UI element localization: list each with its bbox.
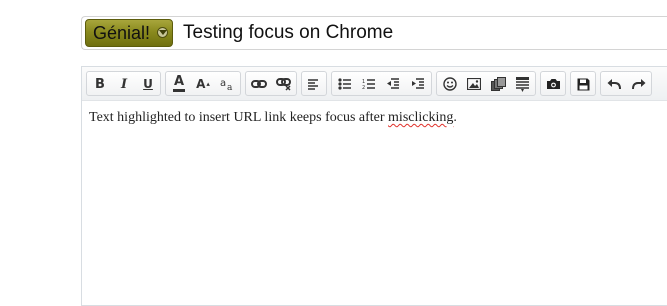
font-family-button[interactable]: a a [216,74,238,94]
remove-link-button[interactable] [273,74,295,94]
outdent-button[interactable] [382,74,404,94]
font-size-icon: A [196,77,206,91]
rich-text-editor[interactable]: B I U A A ▴ a a 1 2 Text highlighted to … [81,66,667,306]
media-icon [490,77,506,91]
camera-icon [546,79,560,89]
prefix-label: Génial! [93,23,151,43]
link-icon [251,80,267,88]
toolbar-group-align [301,71,327,96]
content-text-end: . [453,110,457,125]
save-draft-button[interactable] [572,74,594,94]
toolbar-group-lists: 1 2 [331,71,432,96]
content-text: Text highlighted to insert URL link keep… [89,110,389,125]
undo-icon [607,79,621,90]
align-button[interactable] [303,74,325,94]
svg-text:a: a [227,83,233,91]
smilies-button[interactable] [439,74,461,94]
insert-image-button[interactable] [463,74,485,94]
redo-button[interactable] [628,74,650,94]
toolbar-group-text-style: B I U [86,71,161,96]
underline-button[interactable]: U [137,74,159,94]
misspelled-word: misclicking [388,110,454,125]
quote-icon [515,76,529,92]
toolbar-group-history [600,71,652,96]
font-size-caret: ▴ [206,81,210,88]
bullet-list-button[interactable] [334,74,356,94]
editor-content[interactable]: Text highlighted to insert URL link keep… [89,110,457,126]
font-size-button[interactable]: A ▴ [192,74,214,94]
prefix-selector[interactable]: Génial! [85,19,174,47]
svg-text:a: a [220,78,226,89]
font-family-icon: a a [220,78,233,91]
toolbar-group-link [245,71,297,96]
toolbar-group-font: A A ▴ a a [165,71,241,96]
outdent-icon [387,78,399,89]
font-color-icon: A [173,74,185,89]
bullet-list-icon [338,78,351,90]
align-left-icon [308,78,318,90]
thread-title-text: Testing focus on Chrome [183,22,394,43]
screenshot-button[interactable] [542,74,564,94]
indent-icon [412,78,424,89]
indent-button[interactable] [407,74,429,94]
toolbar-group-draft [570,71,596,96]
unlink-icon [276,78,291,91]
insert-media-button[interactable] [487,74,509,94]
thread-title-field[interactable]: Génial! Testing focus on Chrome [81,16,667,50]
image-icon [467,78,481,90]
toolbar-group-insert [436,71,536,96]
toolbar-group-screenshot [540,71,566,96]
font-color-button[interactable]: A [168,74,190,94]
insert-link-button[interactable] [248,74,270,94]
editor-toolbar: B I U A A ▴ a a 1 2 [82,67,667,101]
insert-quote-button[interactable] [511,74,533,94]
numbered-list-button[interactable]: 1 2 [358,74,380,94]
redo-icon [632,79,646,90]
italic-button[interactable]: I [113,74,135,94]
undo-button[interactable] [603,74,625,94]
floppy-disk-icon [577,78,589,90]
smiley-icon [443,77,457,91]
font-color-swatch [173,89,185,92]
chevron-down-icon [157,27,169,38]
numbered-list-icon: 1 2 [362,79,375,90]
svg-text:2: 2 [362,85,365,90]
bold-button[interactable]: B [89,74,111,94]
